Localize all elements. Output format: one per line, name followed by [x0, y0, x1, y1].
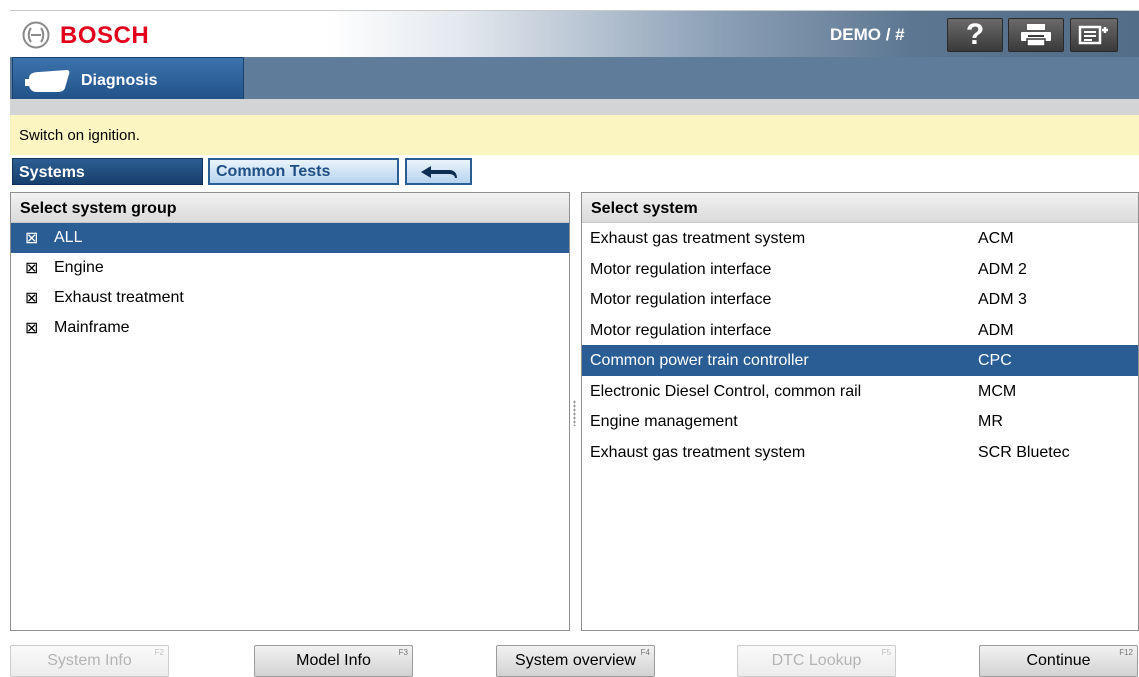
- system-panel: Select system Exhaust gas treatment syst…: [581, 192, 1139, 631]
- checkbox-icon: ⊠: [25, 290, 39, 307]
- system-code: ADM 3: [978, 291, 1027, 308]
- system-name: Motor regulation interface: [590, 260, 772, 278]
- f2-key-hint: F2: [154, 648, 164, 657]
- system-info-label: System Info: [47, 652, 132, 669]
- continue-button[interactable]: Continue F12: [979, 645, 1138, 677]
- dtc-lookup-button[interactable]: DTC Lookup F5: [737, 645, 896, 677]
- system-row[interactable]: Exhaust gas treatment system SCR Bluetec: [582, 437, 1138, 468]
- group-item-mainframe[interactable]: ⊠ Mainframe: [11, 313, 569, 343]
- group-label: Exhaust treatment: [54, 289, 184, 306]
- demo-label: DEMO / #: [830, 25, 905, 44]
- system-row[interactable]: Engine management MR: [582, 406, 1138, 437]
- tab-common-tests[interactable]: Common Tests: [208, 158, 399, 185]
- group-label: ALL: [54, 229, 83, 246]
- menu-exit-icon: [1078, 25, 1108, 45]
- help-icon: ?: [965, 18, 985, 51]
- system-name: Engine management: [590, 413, 738, 430]
- f3-key-hint: F3: [398, 648, 408, 657]
- continue-label: Continue: [1026, 652, 1091, 669]
- system-code: ACM: [978, 230, 1014, 247]
- system-header: Select system: [582, 193, 1138, 223]
- checkbox-icon: ⊠: [25, 320, 39, 337]
- group-item-all[interactable]: ⊠ ALL: [11, 223, 569, 253]
- checkbox-icon: ⊠: [25, 230, 39, 247]
- group-label: Engine: [54, 259, 104, 276]
- print-button[interactable]: [1008, 18, 1064, 52]
- tab-systems[interactable]: Systems: [12, 158, 203, 185]
- system-code: SCR Bluetec: [978, 443, 1070, 461]
- model-info-button[interactable]: Model Info F3: [254, 645, 413, 677]
- f12-key-hint: F12: [1119, 648, 1133, 657]
- model-info-label: Model Info: [296, 652, 371, 669]
- back-button[interactable]: [405, 158, 472, 185]
- group-item-engine[interactable]: ⊠ Engine: [11, 253, 569, 283]
- system-code: CPC: [978, 352, 1012, 369]
- system-row[interactable]: Exhaust gas treatment system ACM: [582, 223, 1138, 254]
- system-info-button[interactable]: System Info F2: [10, 645, 169, 677]
- f4-key-hint: F4: [640, 648, 650, 657]
- system-group-header: Select system group: [11, 193, 569, 223]
- separator-band: [10, 99, 1139, 115]
- system-overview-button[interactable]: System overview F4: [496, 645, 655, 677]
- system-group-panel: Select system group ⊠ ALL ⊠ Engine ⊠ Exh…: [10, 192, 570, 631]
- system-name: Exhaust gas treatment system: [590, 230, 806, 247]
- bosch-logo-icon: [22, 21, 50, 49]
- system-overview-label: System overview: [515, 652, 636, 669]
- group-label: Mainframe: [54, 319, 130, 336]
- diagnosis-tab[interactable]: Diagnosis: [12, 57, 244, 104]
- help-button[interactable]: ?: [947, 18, 1003, 52]
- obd-plug-icon: [25, 70, 70, 92]
- app-header: BOSCH DEMO / # ?: [10, 10, 1139, 57]
- system-code: MR: [978, 413, 1003, 430]
- f5-key-hint: F5: [881, 648, 891, 657]
- system-name: Common power train controller: [590, 352, 809, 369]
- back-arrow-icon: [420, 165, 457, 178]
- message-bar: Switch on ignition.: [10, 115, 1139, 155]
- group-item-exhaust-treatment[interactable]: ⊠ Exhaust treatment: [11, 283, 569, 313]
- system-code: ADM: [978, 321, 1014, 339]
- brand-name: BOSCH: [60, 22, 150, 49]
- system-code: ADM 2: [978, 260, 1027, 278]
- system-row[interactable]: Motor regulation interface ADM: [582, 315, 1138, 346]
- checkbox-icon: ⊠: [25, 260, 39, 277]
- diagnosis-label: Diagnosis: [81, 72, 158, 89]
- nav-bar: Diagnosis: [10, 57, 1139, 104]
- system-code: MCM: [978, 382, 1017, 400]
- system-row[interactable]: Electronic Diesel Control, common rail M…: [582, 376, 1138, 407]
- dtc-lookup-label: DTC Lookup: [771, 652, 862, 669]
- system-row-selected[interactable]: Common power train controller CPC: [582, 345, 1138, 376]
- message-text: Switch on ignition.: [19, 127, 140, 144]
- exit-menu-button[interactable]: [1070, 18, 1118, 52]
- system-row[interactable]: Motor regulation interface ADM 2: [582, 254, 1138, 285]
- system-name: Motor regulation interface: [590, 321, 772, 339]
- system-name: Exhaust gas treatment system: [590, 443, 806, 461]
- system-name: Electronic Diesel Control, common rail: [590, 382, 862, 400]
- panel-splitter[interactable]: [573, 400, 576, 426]
- system-row[interactable]: Motor regulation interface ADM 3: [582, 284, 1138, 315]
- system-name: Motor regulation interface: [590, 291, 772, 308]
- print-icon: [1021, 24, 1051, 47]
